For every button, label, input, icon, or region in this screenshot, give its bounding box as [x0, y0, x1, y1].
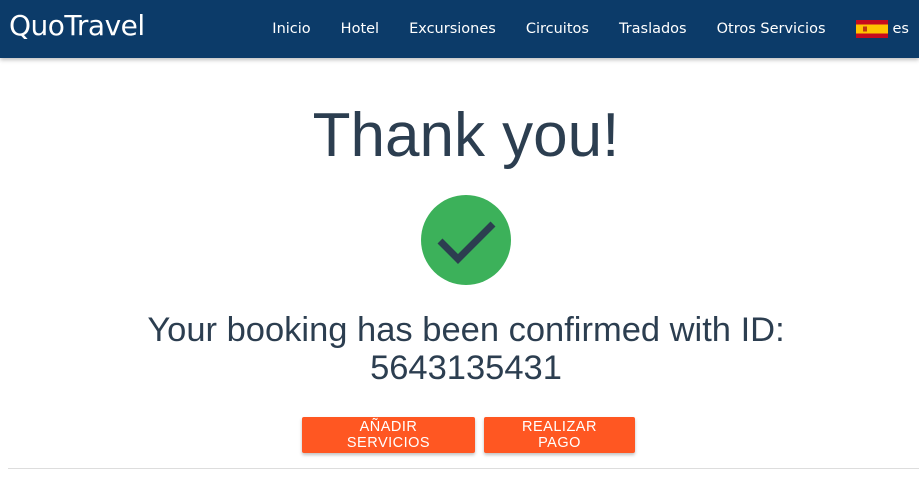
add-services-button[interactable]: AÑADIR SERVICIOS: [302, 417, 475, 453]
action-buttons: AÑADIR SERVICIOS REALIZAR PAGO: [302, 417, 635, 453]
language-code: es: [892, 21, 909, 37]
nav-link-circuitos[interactable]: Circuitos: [511, 0, 604, 58]
divider: [8, 468, 919, 469]
page-title: Thank you!: [312, 101, 620, 170]
top-navbar: QuoTravel Inicio Hotel Excursiones Circu…: [0, 0, 919, 58]
nav-link-inicio[interactable]: Inicio: [257, 0, 325, 58]
main-nav: Inicio Hotel Excursiones Circuitos Trasl…: [257, 0, 919, 58]
nav-link-traslados[interactable]: Traslados: [604, 0, 702, 58]
checkmark-circle-icon: [421, 195, 511, 285]
nav-link-excursiones[interactable]: Excursiones: [394, 0, 511, 58]
nav-link-hotel[interactable]: Hotel: [326, 0, 394, 58]
booking-id: 5643135431: [370, 349, 562, 387]
brand-logo[interactable]: QuoTravel: [9, 8, 145, 44]
spain-flag-icon: [855, 20, 888, 38]
confirmation-message: Your booking has been confirmed with ID:…: [0, 311, 919, 387]
make-payment-button[interactable]: REALIZAR PAGO: [484, 417, 635, 453]
confirmation-text: Your booking has been confirmed with ID:: [147, 311, 785, 349]
nav-link-otros-servicios[interactable]: Otros Servicios: [702, 0, 841, 58]
language-selector[interactable]: es: [841, 0, 919, 58]
